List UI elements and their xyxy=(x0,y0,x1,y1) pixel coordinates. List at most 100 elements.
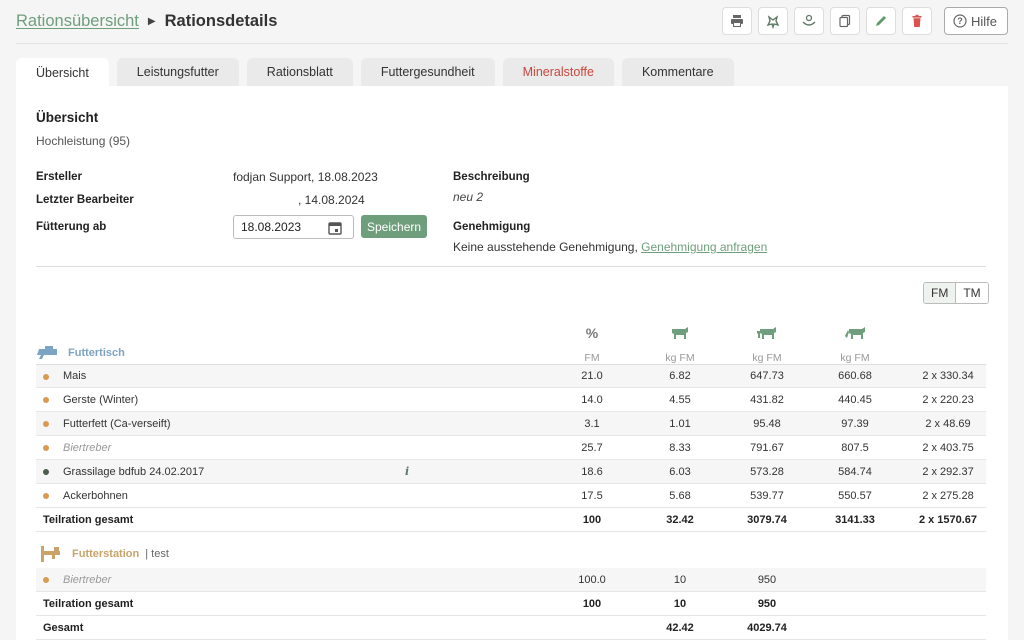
info-icon[interactable]: i xyxy=(405,465,409,478)
section-title: Übersicht xyxy=(36,110,99,125)
feed-name: Grassilage bdfub 24.02.2017 xyxy=(63,465,205,478)
tab-kommentare[interactable]: Kommentare xyxy=(621,58,734,86)
group-futterstation: Futterstation | test xyxy=(40,546,169,562)
table-summary-row: Gesamt 42.42 4029.74 xyxy=(36,616,986,640)
cell-kg-loading: 807.5 xyxy=(841,441,869,454)
tab-bar: Übersicht Leistungsfutter Rationsblatt F… xyxy=(16,58,742,87)
toggle-tm[interactable]: TM xyxy=(956,283,988,303)
cell-percent: 100 xyxy=(582,513,602,526)
feed-name: Futterfett (Ca-verseift) xyxy=(63,417,171,430)
cell-kg-per-animal: 1.01 xyxy=(669,417,691,430)
tab-uebersicht[interactable]: Übersicht xyxy=(16,58,109,87)
cell-percent: 3.1 xyxy=(584,417,600,430)
tab-futtergesundheit[interactable]: Futtergesundheit xyxy=(360,58,495,86)
calendar-icon[interactable] xyxy=(327,220,343,236)
help-button[interactable]: ? Hilfe xyxy=(943,7,1008,35)
feed-name: Mais xyxy=(63,370,87,382)
edit-button[interactable] xyxy=(865,7,896,35)
help-label: Hilfe xyxy=(970,13,997,29)
edit-icon xyxy=(875,16,886,26)
feed-name: Gesamt xyxy=(43,621,84,634)
group-futtertisch: Futtertisch xyxy=(36,346,125,360)
column-header-herd: kg FM xyxy=(737,324,797,364)
feed-status-dot xyxy=(43,445,49,451)
copy-button[interactable] xyxy=(829,7,860,35)
group-futterstation-sub: | test xyxy=(145,548,169,560)
cell-split: 2 x 275.28 xyxy=(922,489,974,502)
toggle-fm[interactable]: FM xyxy=(924,283,957,303)
delete-button[interactable] xyxy=(901,7,932,35)
cell-percent: 100 xyxy=(582,597,602,610)
cell-percent: 14.0 xyxy=(581,393,603,406)
approval-status: Keine ausstehende Genehmigung, Genehmigu… xyxy=(453,240,767,254)
table-row[interactable]: Biertreber 100.0 10 950 xyxy=(36,568,986,592)
approval-label: Genehmigung xyxy=(453,221,531,233)
feed-status-dot xyxy=(43,577,49,583)
cell-percent: 100.0 xyxy=(578,573,606,586)
cell-kg-per-animal: 8.33 xyxy=(669,441,691,454)
cell-kg-loading: 584.74 xyxy=(838,465,872,478)
feed-name: Teilration gesamt xyxy=(43,513,134,526)
toolbar: ? Hilfe xyxy=(716,7,1008,35)
request-approval-link[interactable]: Genehmigung anfragen xyxy=(641,240,767,254)
table-row[interactable]: Ackerbohnen 17.5 5.68 539.77 550.57 2 x 275.2… xyxy=(36,484,986,508)
cow-icon xyxy=(766,15,780,29)
divider xyxy=(36,266,986,267)
analysis-button[interactable] xyxy=(757,7,788,35)
feed-station-icon xyxy=(41,546,60,562)
column-unit: kg FM xyxy=(665,352,695,364)
cell-kg-per-animal: 32.42 xyxy=(666,513,694,526)
cell-kg-per-animal: 42.42 xyxy=(666,621,694,634)
column-header-per-animal: kg FM xyxy=(650,324,710,364)
table-row[interactable]: Mais 21.0 6.82 647.73 660.68 2 x 330.34 xyxy=(36,364,986,388)
tab-rationsblatt[interactable]: Rationsblatt xyxy=(246,58,353,86)
feed-name: Gerste (Winter) xyxy=(63,393,139,406)
feeding-label: Fütterung ab xyxy=(36,221,107,233)
feed-table-icon xyxy=(37,346,57,359)
ration-subtitle: Hochleistung (95) xyxy=(36,134,131,148)
svg-text:?: ? xyxy=(957,16,963,26)
cell-kg-per-animal: 10 xyxy=(673,597,687,610)
feed-name: Biertreber xyxy=(63,573,112,586)
cell-kg-herd: 431.82 xyxy=(750,393,784,406)
table-row[interactable]: Futterfett (Ca-verseift) 3.1 1.01 95.48 97.3… xyxy=(36,412,986,436)
feeding-date-input[interactable]: 18.08.2023 xyxy=(233,215,354,239)
printer-icon xyxy=(730,15,743,27)
cell-kg-herd: 3079.74 xyxy=(747,513,787,526)
cell-percent: 18.6 xyxy=(581,465,603,478)
feeder-button[interactable] xyxy=(793,7,824,35)
cell-kg-per-animal: 6.03 xyxy=(669,465,691,478)
fm-tm-toggle: FM TM xyxy=(923,282,989,304)
group-futtertisch-label: Futtertisch xyxy=(68,347,125,359)
feed-name: Ackerbohnen xyxy=(63,489,128,502)
save-button[interactable]: Speichern xyxy=(361,215,428,238)
cell-kg-herd: 95.48 xyxy=(753,417,781,430)
group-futterstation-label: Futterstation xyxy=(72,548,140,560)
cell-kg-per-animal: 4.55 xyxy=(669,393,691,406)
table-summary-row: Teilration gesamt 100 32.42 3079.74 3141.33 2… xyxy=(36,508,986,532)
tab-mineralstoffe[interactable]: Mineralstoffe xyxy=(502,58,614,86)
cell-split: 2 x 292.37 xyxy=(922,465,974,478)
copy-icon xyxy=(839,14,851,28)
cell-kg-loading: 97.39 xyxy=(841,417,869,430)
column-unit: kg FM xyxy=(752,352,782,364)
breadcrumb-parent-link[interactable]: Rationsübersicht xyxy=(16,12,139,31)
table-row[interactable]: Gerste (Winter) 14.0 4.55 431.82 440.45 2 x 2… xyxy=(36,388,986,412)
table-row[interactable]: Grassilage bdfub 24.02.2017 i 18.6 6.03 573.… xyxy=(36,460,986,484)
percent-symbol: % xyxy=(585,325,599,341)
cell-split: 2 x 403.75 xyxy=(922,441,974,454)
page-title: Rationsdetails xyxy=(164,12,278,30)
cell-kg-herd: 4029.74 xyxy=(747,621,787,634)
feeding-date-value: 18.08.2023 xyxy=(241,220,302,234)
table-summary-row: Teilration gesamt 100 10 950 xyxy=(36,592,986,616)
tab-leistungsfutter[interactable]: Leistungsfutter xyxy=(116,58,239,86)
print-button[interactable] xyxy=(721,7,752,35)
cell-kg-herd: 573.28 xyxy=(750,465,784,478)
cell-kg-loading: 440.45 xyxy=(838,393,872,406)
feed-name: Teilration gesamt xyxy=(43,597,134,610)
cow-loading-icon xyxy=(845,327,865,339)
editor-value: , 14.08.2024 xyxy=(298,193,365,207)
cell-kg-per-animal: 5.68 xyxy=(669,489,691,502)
table-row[interactable]: Biertreber 25.7 8.33 791.67 807.5 2 x 403.75 xyxy=(36,436,986,460)
column-unit: FM xyxy=(584,352,600,364)
